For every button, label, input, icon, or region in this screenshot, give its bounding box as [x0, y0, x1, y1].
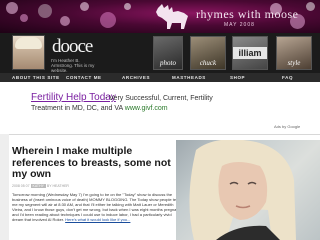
- ad-line-two: Treatment in MD, DC, and VA www.givf.com: [31, 105, 168, 112]
- main-nav: ABOUT THIS SITE CONTACT ME ARCHIVES MAST…: [0, 73, 320, 82]
- ad-description-cont: Treatment in MD, DC, and VA: [31, 105, 125, 112]
- ad-area: Fertility Help Today - Very Successful, …: [0, 82, 320, 134]
- article-category-badge[interactable]: KATHY: [30, 184, 46, 188]
- banner-subtitle: MAY 2008: [224, 22, 255, 28]
- article-inline-link[interactable]: Here's what it would look like if you...: [65, 217, 130, 222]
- article-photo[interactable]: [176, 140, 320, 240]
- thumb-illiam[interactable]: illiam: [232, 36, 268, 70]
- ads-by-google-link[interactable]: Ads by Google: [274, 124, 300, 129]
- portrait-hair: [15, 37, 42, 49]
- bokeh-light: [80, 2, 89, 11]
- nav-faq[interactable]: FAQ: [282, 75, 293, 80]
- nav-mastheads[interactable]: MASTHEADS: [172, 75, 206, 80]
- article-author: BY HEATHER: [46, 184, 69, 188]
- content-divider: [0, 134, 320, 135]
- banner-title: rhymes with moose: [196, 7, 299, 21]
- ad-description: - Very Successful, Current, Fertility: [105, 95, 213, 102]
- thumb-label: illiam: [233, 47, 267, 59]
- article-title[interactable]: Wherein I make multiple references to br…: [12, 145, 172, 181]
- ad-title-link[interactable]: Fertility Help Today: [31, 92, 116, 103]
- article-meta: 2008 05 07 KATHY BY HEATHER: [12, 184, 69, 188]
- moose-silhouette-icon: [156, 4, 188, 29]
- thumb-label: style: [287, 59, 301, 67]
- thumb-photo[interactable]: photo: [153, 36, 183, 70]
- thumb-style[interactable]: style: [276, 36, 312, 70]
- text-ad[interactable]: Fertility Help Today - Very Successful, …: [31, 92, 293, 132]
- bokeh-light: [306, 2, 315, 11]
- site-tagline: I'm Heather B. Armstrong. This is my web…: [51, 58, 95, 73]
- author-portrait[interactable]: [12, 35, 45, 70]
- thumb-label: photo: [160, 59, 176, 67]
- article-date: 2008 05 07: [12, 184, 30, 188]
- bokeh-light: [6, 2, 18, 14]
- top-banner[interactable]: rhymes with moose MAY 2008: [0, 0, 320, 33]
- bokeh-light: [20, 14, 28, 22]
- thumb-chuck[interactable]: chuck: [190, 36, 226, 70]
- article-body: Tomorrow morning (Wednesday May 7) I'm g…: [12, 192, 182, 238]
- thumb-label: chuck: [199, 59, 217, 67]
- nav-shop[interactable]: SHOP: [230, 75, 245, 80]
- nav-about[interactable]: ABOUT THIS SITE: [12, 75, 60, 80]
- nav-archives[interactable]: ARCHIVES: [122, 75, 150, 80]
- masthead: dooce I'm Heather B. Armstrong. This is …: [0, 33, 320, 73]
- portrait-photo-drawing: [189, 140, 296, 240]
- bokeh-light: [60, 16, 70, 26]
- bokeh-light: [124, 3, 131, 10]
- site-logo[interactable]: dooce: [52, 36, 93, 58]
- bokeh-light: [100, 12, 116, 28]
- ad-url-link[interactable]: www.givf.com: [125, 105, 168, 112]
- bokeh-light: [38, 4, 52, 18]
- nav-contact[interactable]: CONTACT ME: [66, 75, 102, 80]
- left-gutter: [0, 134, 9, 240]
